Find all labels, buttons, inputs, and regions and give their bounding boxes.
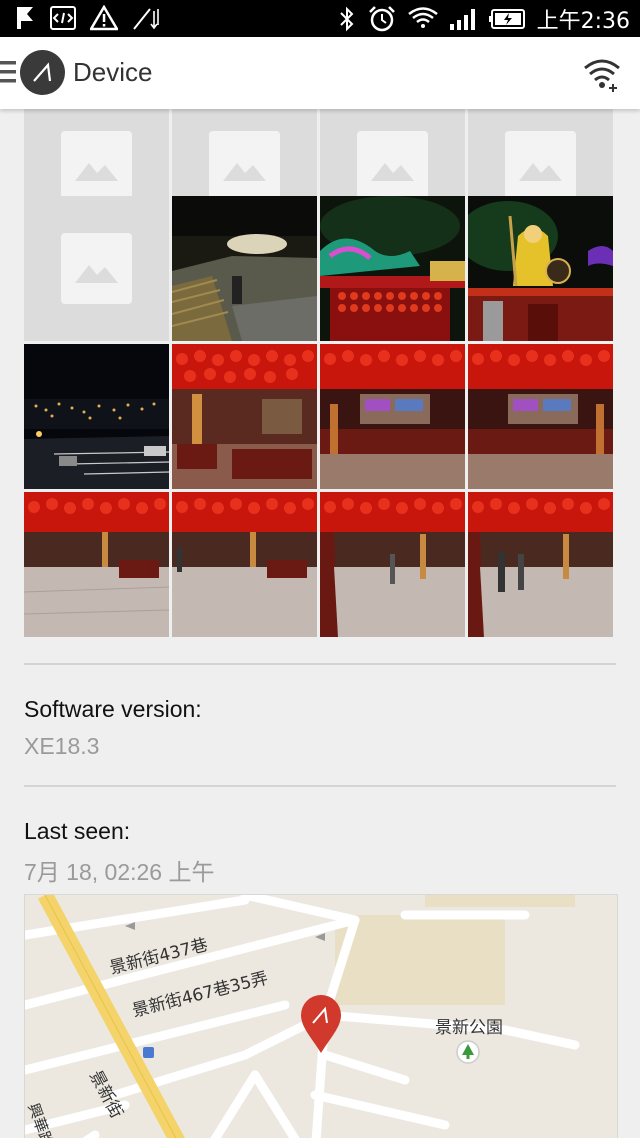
- image-placeholder-icon: [209, 131, 280, 202]
- alarm-icon: [368, 6, 395, 32]
- battery-charging-icon: [488, 9, 525, 29]
- location-map[interactable]: 景新街437巷 景新街467巷35弄 景新公園 景新街 興華路: [24, 894, 618, 1138]
- image-placeholder-icon: [505, 131, 576, 202]
- photo-thumbnail[interactable]: [468, 196, 613, 341]
- wifi-add-icon[interactable]: [582, 55, 622, 93]
- app-bar: Device: [0, 37, 640, 109]
- status-time: 上午2:36: [536, 9, 630, 34]
- photo-thumbnail[interactable]: [172, 344, 317, 489]
- photo-thumbnail[interactable]: [320, 344, 465, 489]
- photo-thumbnail[interactable]: [468, 492, 613, 637]
- photo-thumbnail[interactable]: [24, 344, 169, 489]
- signal-arrows-icon: [133, 8, 159, 30]
- device-content: Software version: XE18.3 Last seen: 7月 1…: [0, 109, 640, 1138]
- status-bar: 上午2:36: [0, 0, 640, 37]
- software-version-label: Software version:: [24, 696, 202, 722]
- map-park-label: 景新公園: [435, 1018, 503, 1038]
- wifi-icon: [407, 7, 438, 28]
- photo-thumbnail[interactable]: [468, 344, 613, 489]
- page-title: Device: [73, 57, 153, 87]
- bluetooth-icon: [339, 6, 354, 32]
- photo-thumbnail[interactable]: [172, 492, 317, 637]
- last-seen-value: 7月 18, 02:26 上午: [24, 859, 215, 885]
- section-divider: [24, 785, 616, 787]
- photo-thumbnail[interactable]: [320, 492, 465, 637]
- photo-placeholder[interactable]: [24, 196, 169, 341]
- section-divider: [24, 663, 616, 665]
- last-seen-label: Last seen:: [24, 818, 131, 844]
- cellular-signal-icon: [449, 9, 475, 30]
- image-placeholder-icon: [61, 131, 132, 202]
- image-placeholder-icon: [357, 131, 428, 202]
- location-pin-icon[interactable]: [299, 995, 343, 1055]
- menu-icon[interactable]: [0, 59, 16, 85]
- photo-thumbnail[interactable]: [172, 196, 317, 341]
- warning-icon: [90, 5, 118, 31]
- notification-flag-icon: [17, 7, 33, 29]
- photo-thumbnail[interactable]: [320, 196, 465, 341]
- software-version-value: XE18.3: [24, 733, 100, 759]
- image-placeholder-icon: [61, 233, 132, 304]
- glass-logo-icon[interactable]: [20, 50, 65, 95]
- code-icon: [50, 6, 76, 30]
- photo-thumbnail[interactable]: [24, 492, 169, 637]
